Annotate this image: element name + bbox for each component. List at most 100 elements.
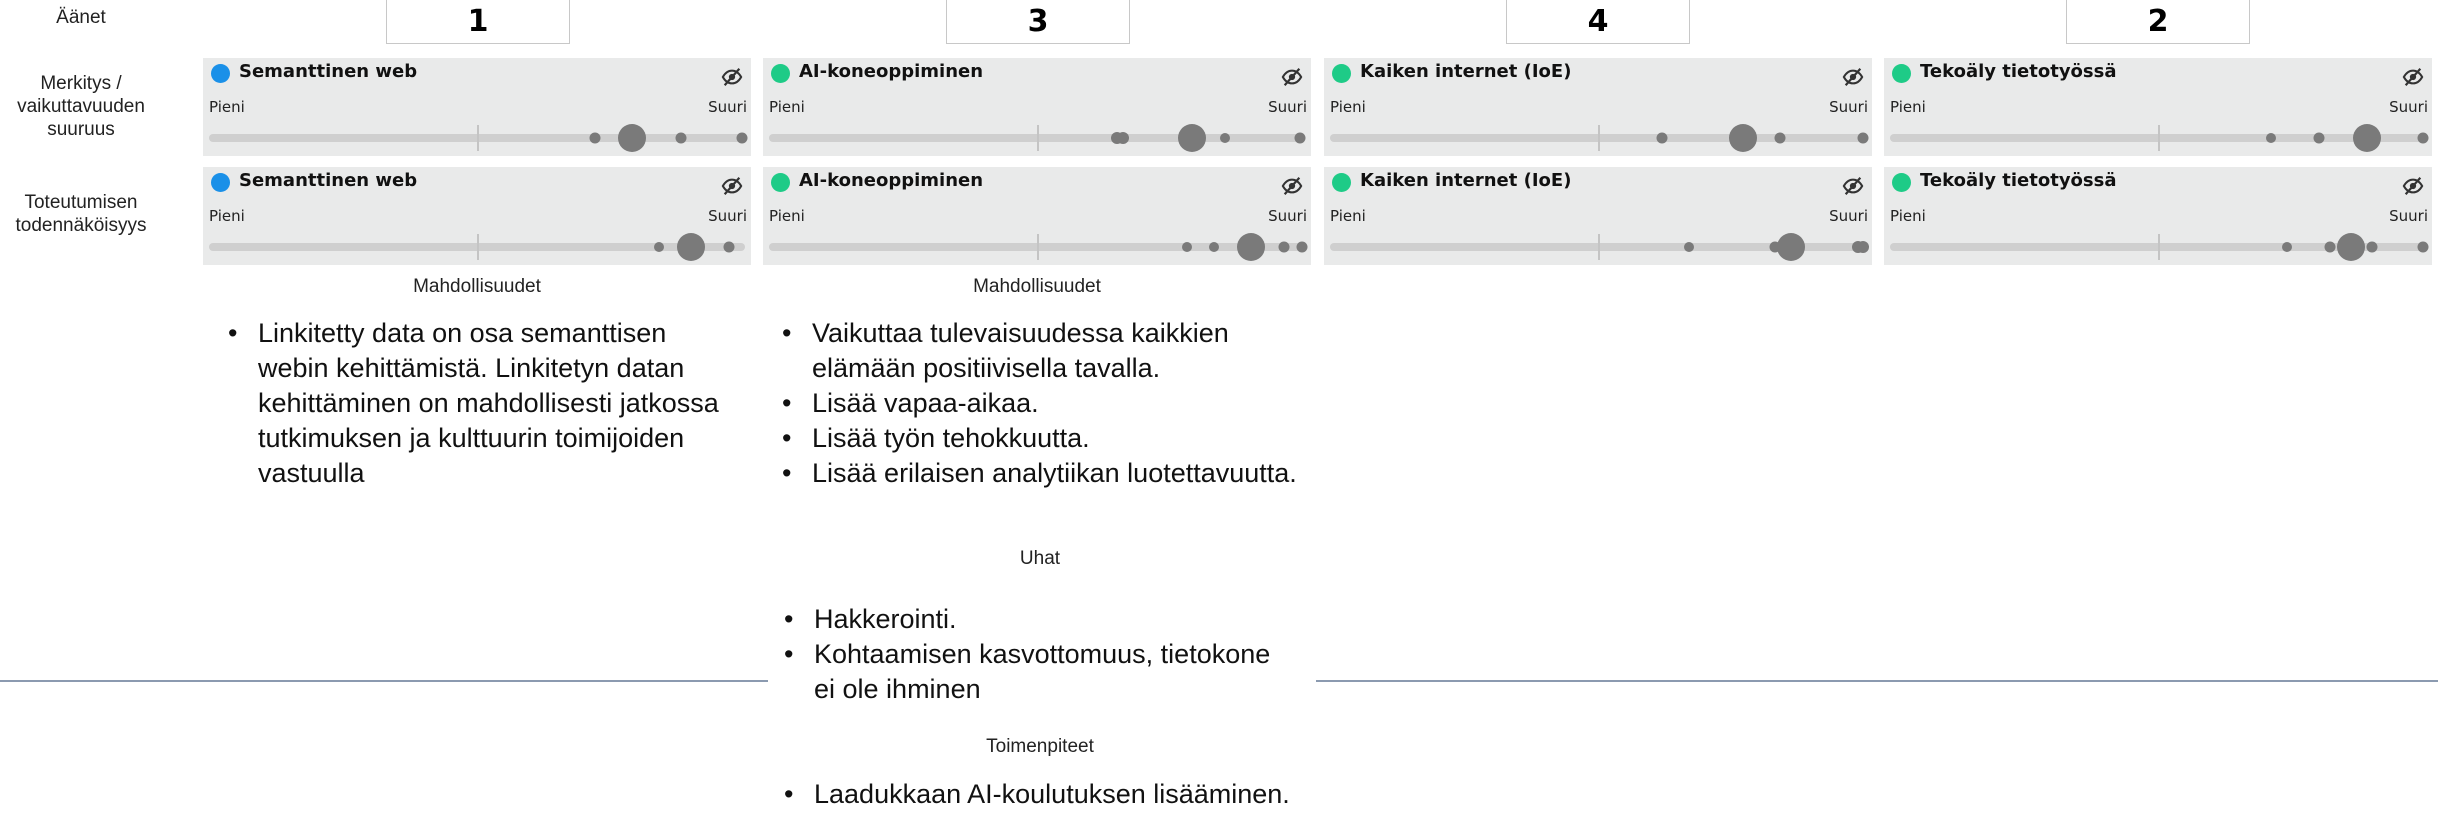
status-dot xyxy=(1332,64,1351,83)
rating-slider-track xyxy=(1890,233,2429,261)
vote-marker xyxy=(1294,132,1306,144)
average-vote-marker xyxy=(677,233,706,261)
scale-max-label: Suuri xyxy=(1829,207,1868,225)
card-title: Semanttinen web xyxy=(239,170,418,191)
average-vote-marker xyxy=(1728,124,1757,152)
vote-marker xyxy=(1116,132,1129,144)
eye-slash-icon[interactable] xyxy=(1281,175,1303,197)
card-title: AI-koneoppiminen xyxy=(799,61,984,82)
vote-marker xyxy=(2265,133,2276,143)
col1-opportunities-list: Linkitetty data on osa semanttisen webin… xyxy=(222,316,742,491)
list-item: Lisää työn tehokkuutta. xyxy=(776,421,1316,456)
threats-list: Hakkerointi. Kohtaamisen kasvottomuus, t… xyxy=(778,602,1298,707)
status-dot xyxy=(1892,173,1911,192)
status-dot xyxy=(771,64,790,83)
rating-slider-track xyxy=(769,233,1308,261)
status-dot xyxy=(1332,173,1351,192)
impact-card-3: Kaiken internet (IoE) Pieni Suuri xyxy=(1324,58,1872,156)
card-title: Tekoäly tietotyössä xyxy=(1920,61,2117,82)
slider-mid-tick xyxy=(2158,125,2160,151)
eye-slash-icon[interactable] xyxy=(1281,66,1303,88)
impact-card-1: Semanttinen web Pieni Suuri xyxy=(203,58,751,156)
vote-marker xyxy=(736,132,748,144)
list-item: Linkitetty data on osa semanttisen webin… xyxy=(222,316,742,491)
vote-count-box-3: 4 xyxy=(1506,0,1690,44)
vote-marker xyxy=(1656,132,1668,144)
scale-max-label: Suuri xyxy=(708,98,747,116)
average-vote-marker xyxy=(2353,124,2382,152)
status-dot xyxy=(211,64,230,83)
vote-marker xyxy=(675,132,687,144)
rating-slider-track xyxy=(209,233,745,261)
status-dot xyxy=(211,173,230,192)
vote-count-box-1: 1 xyxy=(386,0,570,44)
scale-max-label: Suuri xyxy=(2389,207,2428,225)
list-item: Lisää erilaisen analytiikan luotettavuut… xyxy=(776,456,1316,491)
eye-slash-icon[interactable] xyxy=(721,66,743,88)
card-title: Kaiken internet (IoE) xyxy=(1360,170,1572,191)
slider-mid-tick xyxy=(1037,125,1039,151)
scale-max-label: Suuri xyxy=(1268,98,1307,116)
probability-card-3: Kaiken internet (IoE) Pieni Suuri xyxy=(1324,167,1872,265)
vote-marker xyxy=(2417,241,2429,253)
divider-left xyxy=(0,680,768,682)
vote-marker xyxy=(1278,241,1290,253)
vote-marker xyxy=(2313,132,2325,144)
slider-mid-tick xyxy=(1598,125,1600,151)
rating-slider-track xyxy=(769,124,1306,152)
rating-slider-track xyxy=(1330,124,1869,152)
average-vote-marker xyxy=(2336,233,2365,261)
vote-marker xyxy=(1208,242,1219,252)
impact-card-4: Tekoäly tietotyössä Pieni Suuri xyxy=(1884,58,2432,156)
card-title: Kaiken internet (IoE) xyxy=(1360,61,1572,82)
rating-slider-track xyxy=(1890,124,2429,152)
average-vote-marker xyxy=(1776,233,1805,261)
probability-card-1: Semanttinen web Pieni Suuri xyxy=(203,167,751,265)
col2-opportunities-heading: Mahdollisuudet xyxy=(973,276,1101,297)
scale-min-label: Pieni xyxy=(769,207,805,225)
impact-row-label: Merkitys / vaikuttavuuden suuruus xyxy=(17,73,145,140)
card-title: AI-koneoppiminen xyxy=(799,170,984,191)
card-title: Tekoäly tietotyössä xyxy=(1920,170,2117,191)
scale-min-label: Pieni xyxy=(1890,207,1926,225)
vote-marker xyxy=(1857,132,1869,144)
rating-slider-track xyxy=(209,124,748,152)
scale-min-label: Pieni xyxy=(209,207,245,225)
eye-slash-icon[interactable] xyxy=(2402,175,2424,197)
vote-marker xyxy=(1684,242,1695,252)
slider-mid-tick xyxy=(1598,234,1600,260)
vote-marker xyxy=(1857,241,1870,253)
scale-max-label: Suuri xyxy=(1268,207,1307,225)
slider-mid-tick xyxy=(1037,234,1039,260)
divider-right xyxy=(1316,680,2438,682)
list-item: Lisää vapaa-aikaa. xyxy=(776,386,1316,421)
eye-slash-icon[interactable] xyxy=(1842,66,1864,88)
votes-row-label: Äänet xyxy=(56,7,106,28)
scale-min-label: Pieni xyxy=(1330,98,1366,116)
vote-marker xyxy=(2417,132,2429,144)
actions-heading: Toimenpiteet xyxy=(986,736,1094,757)
vote-marker xyxy=(2324,241,2336,253)
average-vote-marker xyxy=(1237,233,1266,261)
scale-min-label: Pieni xyxy=(769,98,805,116)
scale-min-label: Pieni xyxy=(1890,98,1926,116)
vote-count-box-4: 2 xyxy=(2066,0,2250,44)
impact-card-2: AI-koneoppiminen Pieni Suuri xyxy=(763,58,1311,156)
slider-mid-tick xyxy=(477,125,479,151)
probability-row-label: Toteutumisen todennäköisyys xyxy=(15,192,147,236)
vote-marker xyxy=(1182,242,1193,252)
vote-marker xyxy=(654,242,665,252)
scale-max-label: Suuri xyxy=(2389,98,2428,116)
list-item: Hakkerointi. xyxy=(778,602,1298,637)
scale-min-label: Pieni xyxy=(1330,207,1366,225)
scale-min-label: Pieni xyxy=(209,98,245,116)
vote-marker xyxy=(723,241,735,253)
eye-slash-icon[interactable] xyxy=(2402,66,2424,88)
eye-slash-icon[interactable] xyxy=(721,175,743,197)
actions-list: Laadukkaan AI-koulutuksen lisääminen. xyxy=(778,777,1298,812)
status-dot xyxy=(771,173,790,192)
probability-card-2: AI-koneoppiminen Pieni Suuri xyxy=(763,167,1311,265)
eye-slash-icon[interactable] xyxy=(1842,175,1864,197)
vote-marker xyxy=(1219,133,1230,143)
col1-opportunities-heading: Mahdollisuudet xyxy=(413,276,541,297)
